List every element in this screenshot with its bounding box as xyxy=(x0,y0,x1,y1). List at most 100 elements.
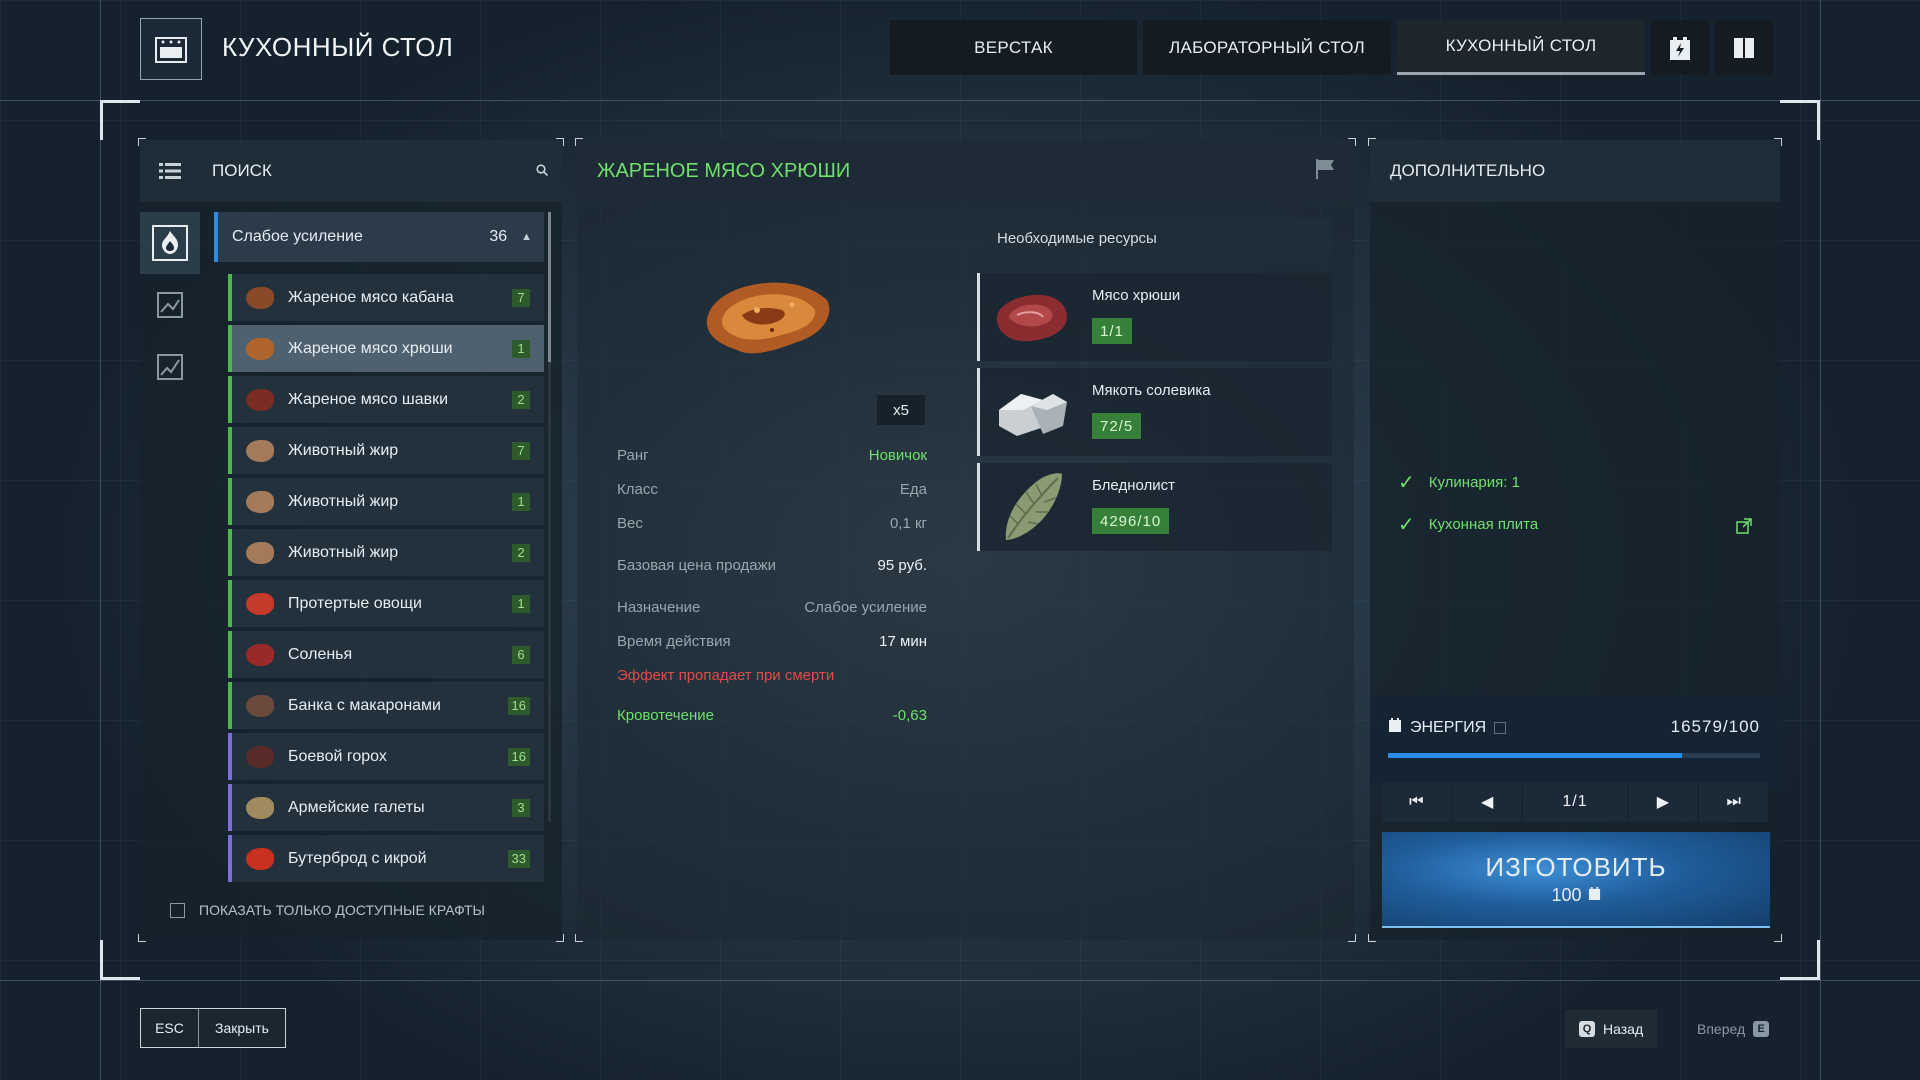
duration-value: 17 мин xyxy=(879,632,927,650)
close-control[interactable]: ESC Закрыть xyxy=(140,1008,286,1048)
scrollbar-thumb[interactable] xyxy=(548,212,551,362)
collapse-arrow-icon[interactable]: ▲ xyxy=(521,231,532,243)
recipe-thumbnail-icon xyxy=(246,847,274,870)
sort-list-icon[interactable] xyxy=(140,161,200,181)
check-icon: ✓ xyxy=(1398,514,1415,536)
search-bar[interactable]: ПОИСК xyxy=(140,140,562,202)
item-title: ЖАРЕНОЕ МЯСО ХРЮШИ xyxy=(597,159,851,182)
recipe-name: Бутерброд с икрой xyxy=(288,849,427,867)
book-icon[interactable] xyxy=(1715,20,1773,75)
resource-item[interactable]: Мякоть солевика 72/5 xyxy=(977,368,1332,456)
external-link-icon[interactable] xyxy=(1736,518,1752,539)
category-cooking-icon[interactable] xyxy=(140,212,200,274)
info-icon[interactable] xyxy=(1494,721,1507,734)
tab-lab-table[interactable]: ЛАБОРАТОРНЫЙ СТОЛ xyxy=(1143,20,1391,75)
recipe-item[interactable]: Бутерброд с икрой 33 xyxy=(228,835,544,882)
energy-value: 16579/100 xyxy=(1670,717,1760,736)
recipe-item[interactable]: Жареное мясо шавки 2 xyxy=(228,376,544,423)
recipe-item[interactable]: Армейские галеты 3 xyxy=(228,784,544,831)
roasted-meat-image xyxy=(697,270,837,360)
recipe-item[interactable]: Жареное мясо хрюши 1 xyxy=(228,325,544,372)
class-label: Класс xyxy=(617,480,658,498)
recipe-name: Соленья xyxy=(288,645,353,663)
recipe-list-panel: ПОИСК Слабое усиление 36 ▲ Жареное мясо … xyxy=(138,138,564,942)
recipe-name: Животный жир xyxy=(288,441,399,459)
rank-value: Новичок xyxy=(868,446,927,464)
only-available-checkbox[interactable] xyxy=(170,902,185,918)
recipe-name: Боевой горох xyxy=(288,747,387,765)
purpose-label: Назначение xyxy=(617,598,701,616)
recipe-item[interactable]: Животный жир 1 xyxy=(228,478,544,525)
recipe-thumbnail-icon xyxy=(246,439,274,462)
first-page-button[interactable]: ⏮ xyxy=(1382,782,1451,822)
recipe-count-badge: 1 xyxy=(512,492,530,511)
recipe-thumbnail-icon xyxy=(246,694,274,717)
recipe-name: Жареное мясо кабана xyxy=(288,288,454,306)
weight-label: Вес xyxy=(617,514,643,532)
resource-item[interactable]: Мясо хрюши 1/1 xyxy=(977,273,1332,361)
craft-cost: 100 xyxy=(1551,885,1582,905)
bleed-value: -0,63 xyxy=(892,706,927,724)
recipe-thumbnail-icon xyxy=(246,541,274,564)
flag-icon[interactable] xyxy=(1314,158,1336,185)
additional-title: ДОПОЛНИТЕЛЬНО xyxy=(1370,140,1780,202)
recipe-item[interactable]: Животный жир 2 xyxy=(228,529,544,576)
pale-leaf-icon xyxy=(990,471,1072,543)
recipe-thumbnail-icon xyxy=(246,592,274,615)
prev-page-button[interactable]: ◀ xyxy=(1452,782,1522,822)
kitchen-stove-icon xyxy=(140,18,202,80)
recipe-thumbnail-icon xyxy=(246,490,274,513)
recipe-count-badge: 1 xyxy=(512,594,530,613)
esc-key[interactable]: ESC xyxy=(141,1009,199,1047)
recipe-item[interactable]: Банка с макаронами 16 xyxy=(228,682,544,729)
category-image-icon[interactable] xyxy=(140,274,200,336)
weight-value: 0,1 кг xyxy=(889,514,927,532)
next-page-button[interactable]: ▶ xyxy=(1628,782,1698,822)
only-available-toggle[interactable]: ПОКАЗАТЬ ТОЛЬКО ДОСТУПНЫЕ КРАФТЫ xyxy=(170,902,485,918)
recipe-item[interactable]: Соленья 6 xyxy=(228,631,544,678)
recipe-item[interactable]: Боевой горох 16 xyxy=(228,733,544,780)
requirement-cooking: ✓ Кулинария: 1 xyxy=(1398,470,1520,495)
forward-label: Вперед xyxy=(1697,1021,1746,1037)
tab-kitchen-table[interactable]: КУХОННЫЙ СТОЛ xyxy=(1397,20,1645,75)
recipe-name: Армейские галеты xyxy=(288,798,425,816)
energy-battery-button[interactable] xyxy=(1651,20,1709,75)
recipe-thumbnail-icon xyxy=(246,286,274,309)
resource-amount: 1/1 xyxy=(1092,318,1132,344)
last-page-button[interactable]: ⏭ xyxy=(1699,782,1769,822)
recipe-thumbnail-icon xyxy=(246,337,274,360)
recipe-count-badge: 7 xyxy=(512,441,530,460)
recipe-item[interactable]: Животный жир 7 xyxy=(228,427,544,474)
requirement-stove: ✓ Кухонная плита xyxy=(1398,512,1538,537)
frame-line xyxy=(0,980,1920,981)
price-label: Базовая цена продажи xyxy=(617,556,777,574)
recipe-name: Жареное мясо шавки xyxy=(288,390,449,408)
resource-name: Мякоть солевика xyxy=(1092,382,1211,399)
page-title: КУХОННЫЙ СТОЛ xyxy=(222,32,454,62)
resource-item[interactable]: Бледнолист 4296/10 xyxy=(977,463,1332,551)
frame-corner xyxy=(100,100,140,140)
pager: ⏮ ◀ 1/1 ▶ ⏭ xyxy=(1382,782,1769,822)
forward-button[interactable]: Вперед E xyxy=(1683,1010,1783,1048)
back-button[interactable]: Q Назад xyxy=(1565,1010,1658,1048)
recipe-thumbnail-icon xyxy=(246,796,274,819)
recipe-item[interactable]: Жареное мясо кабана 7 xyxy=(228,274,544,321)
recipe-group-header[interactable]: Слабое усиление 36 ▲ xyxy=(214,212,544,262)
rank-label: Ранг xyxy=(617,446,649,464)
salt-crystal-icon xyxy=(990,376,1072,448)
craft-button[interactable]: ИЗГОТОВИТЬ 100 xyxy=(1382,832,1770,928)
energy-bar-fill xyxy=(1388,753,1682,758)
recipe-item[interactable]: Протертые овощи 1 xyxy=(228,580,544,627)
category-chart-icon[interactable] xyxy=(140,336,200,398)
close-button[interactable]: Закрыть xyxy=(199,1009,285,1047)
tab-workbench[interactable]: ВЕРСТАК xyxy=(890,20,1137,75)
recipe-count-badge: 16 xyxy=(507,747,530,766)
forward-key: E xyxy=(1753,1021,1770,1037)
bleed-label: Кровотечение xyxy=(617,706,714,724)
recipe-thumbnail-icon xyxy=(246,388,274,411)
duration-label: Время действия xyxy=(617,632,731,650)
recipe-detail-panel: ЖАРЕНОЕ МЯСО ХРЮШИ x5 Ранг Новичок Класс Е… xyxy=(575,138,1356,942)
frame-corner xyxy=(1780,100,1820,140)
search-icon[interactable] xyxy=(536,161,549,181)
recipe-count-badge: 7 xyxy=(512,288,530,307)
